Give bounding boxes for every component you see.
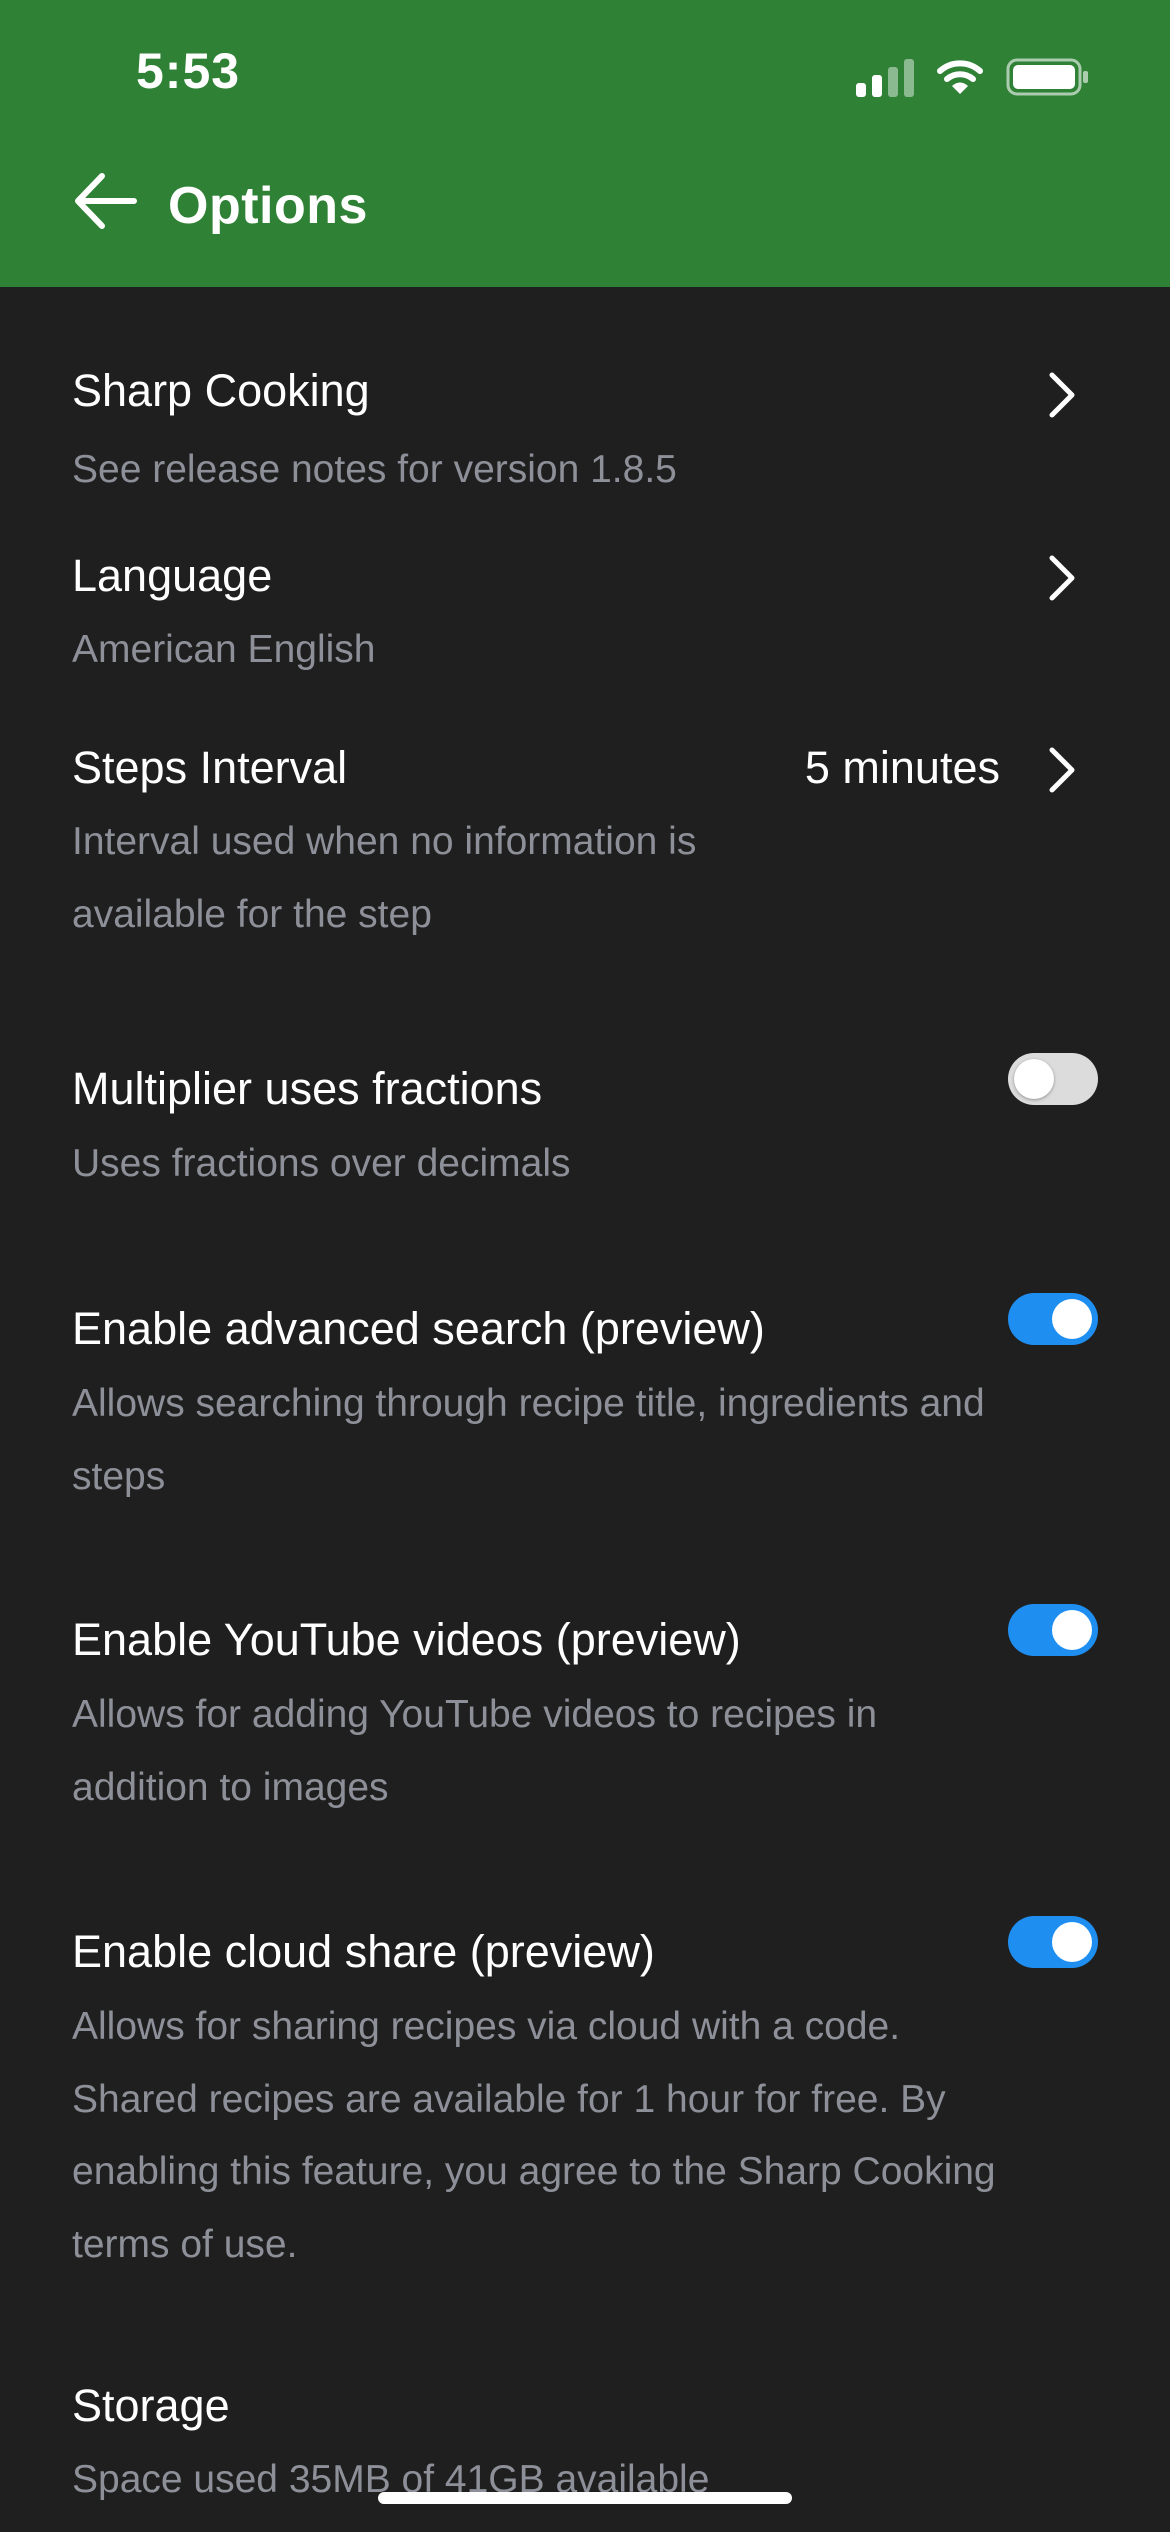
chevron-right-icon[interactable] (1044, 369, 1080, 421)
option-title: Steps Interval (72, 742, 348, 793)
chevron-right-icon[interactable] (1044, 552, 1080, 604)
option-storage: Storage Space used 35MB of 41GB availabl… (0, 2380, 1170, 2532)
option-title: Sharp Cooking (72, 365, 370, 416)
status-icons (856, 52, 1090, 102)
option-title: Enable cloud share (preview) (72, 1926, 655, 1977)
battery-icon (1006, 58, 1088, 96)
page-title: Options (168, 177, 368, 235)
option-subtitle: Allows for sharing recipes via cloud wit… (72, 2005, 901, 2048)
option-subtitle: steps (72, 1455, 166, 1498)
option-subtitle: Shared recipes are available for 1 hour … (72, 2078, 946, 2121)
app-header: 5:53 Options (0, 0, 1170, 287)
option-subtitle: American English (72, 628, 376, 671)
option-advanced-search: Enable advanced search (preview) Allows … (0, 1293, 1170, 1523)
multiplier-fractions-toggle[interactable] (1008, 1053, 1098, 1105)
option-subtitle: terms of use. (72, 2223, 298, 2266)
option-title: Language (72, 550, 273, 601)
back-arrow-icon[interactable] (70, 170, 140, 232)
option-title: Enable YouTube videos (preview) (72, 1614, 741, 1665)
option-steps-interval[interactable]: Steps Interval 5 minutes Interval used w… (0, 742, 1170, 972)
wifi-icon (937, 60, 983, 94)
option-subtitle: Allows for adding YouTube videos to reci… (72, 1693, 878, 1736)
option-sharp-cooking[interactable]: Sharp Cooking See release notes for vers… (0, 287, 1170, 497)
option-subtitle: Uses fractions over decimals (72, 1142, 571, 1185)
option-subtitle: Allows searching through recipe title, i… (72, 1382, 985, 1425)
option-multiplier-fractions: Multiplier uses fractions Uses fractions… (0, 1053, 1170, 1223)
option-subtitle: See release notes for version 1.8.5 (72, 448, 677, 491)
option-subtitle: Space used 35MB of 41GB available (72, 2458, 710, 2501)
option-subtitle: enabling this feature, you agree to the … (72, 2150, 996, 2193)
option-cloud-share: Enable cloud share (preview) Allows for … (0, 1916, 1170, 2296)
option-youtube-videos: Enable YouTube videos (preview) Allows f… (0, 1604, 1170, 1834)
advanced-search-toggle[interactable] (1008, 1293, 1098, 1345)
option-subtitle: Interval used when no information is (72, 820, 697, 863)
option-language[interactable]: Language American English (0, 550, 1170, 700)
cloud-share-toggle[interactable] (1008, 1916, 1098, 1968)
home-indicator[interactable] (378, 2492, 792, 2504)
option-subtitle: addition to images (72, 1766, 389, 1809)
option-subtitle: available for the step (72, 893, 432, 936)
youtube-videos-toggle[interactable] (1008, 1604, 1098, 1656)
option-title: Enable advanced search (preview) (72, 1303, 765, 1354)
option-title: Multiplier uses fractions (72, 1063, 543, 1114)
status-time: 5:53 (136, 43, 241, 99)
chevron-right-icon[interactable] (1044, 744, 1080, 796)
signal-icon (856, 57, 914, 97)
option-title: Storage (72, 2380, 230, 2431)
steps-interval-value: 5 minutes (804, 742, 1000, 793)
